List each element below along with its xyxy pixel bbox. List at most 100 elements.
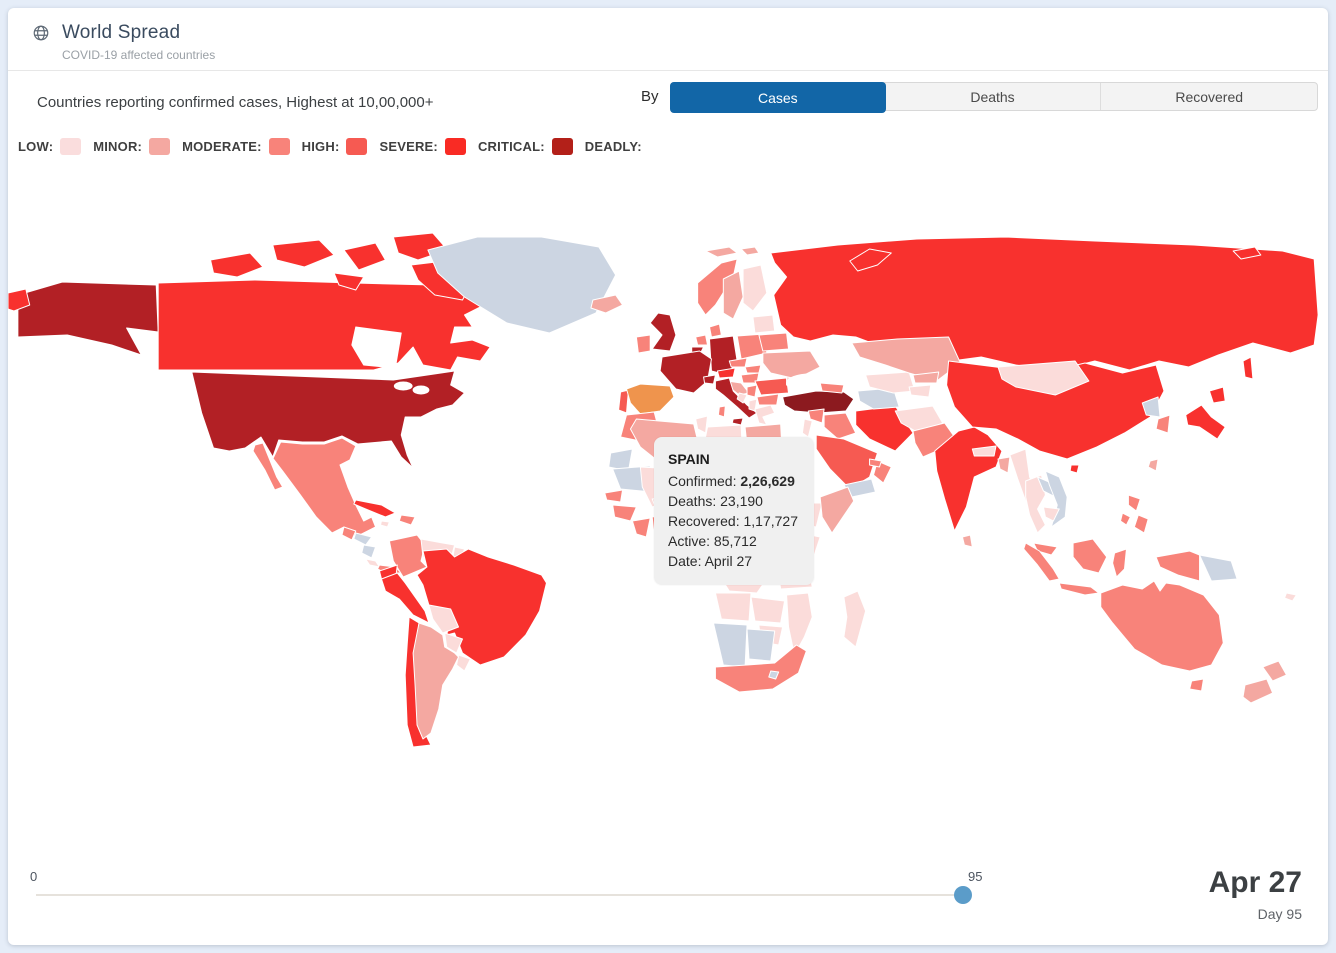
country-guinea[interactable] xyxy=(613,505,637,521)
tab-deaths[interactable]: Deaths xyxy=(885,83,1102,110)
country-sweden[interactable] xyxy=(723,271,743,319)
legend-label-deadly: DEADLY: xyxy=(585,139,642,154)
country-uae[interactable] xyxy=(870,459,882,467)
russia-sakhalin[interactable] xyxy=(1243,357,1253,379)
country-alaska-us[interactable] xyxy=(18,282,158,355)
country-namibia[interactable] xyxy=(713,623,747,667)
japan-hokkaido[interactable] xyxy=(1209,387,1225,403)
country-iraq[interactable] xyxy=(824,413,856,439)
legend-swatch-critical xyxy=(552,138,573,155)
svalbard-islands[interactable] xyxy=(741,247,759,255)
country-south-korea[interactable] xyxy=(1156,415,1170,433)
country-japan[interactable] xyxy=(1186,405,1226,439)
country-finland[interactable] xyxy=(743,265,767,311)
tooltip-date-value: April 27 xyxy=(705,553,752,569)
tooltip-country-name: SPAIN xyxy=(668,449,798,469)
slider-value-label: 95 xyxy=(968,869,982,884)
by-label: By xyxy=(641,88,659,105)
legend-swatch-low xyxy=(60,138,81,155)
country-tajikistan[interactable] xyxy=(909,385,931,397)
timeline-slider-track[interactable] xyxy=(36,894,963,896)
tooltip-recovered-row: Recovered: 1,17,727 xyxy=(668,511,798,531)
indonesia-west-papua[interactable] xyxy=(1156,551,1199,581)
legend-swatch-moderate xyxy=(269,138,290,155)
country-ireland[interactable] xyxy=(636,335,650,353)
indonesia-java[interactable] xyxy=(1059,583,1099,595)
country-taiwan[interactable] xyxy=(1148,459,1158,471)
indonesia-borneo[interactable] xyxy=(1073,539,1107,573)
country-caucasus[interactable] xyxy=(820,383,844,393)
country-philippines[interactable] xyxy=(1128,495,1140,511)
current-day: Day 95 xyxy=(1258,906,1302,922)
country-botswana[interactable] xyxy=(747,629,775,661)
severity-legend: LOW: MINOR: MODERATE: HIGH: SEVERE: CRIT… xyxy=(18,138,642,155)
globe-icon xyxy=(32,24,50,42)
country-spain-hovered[interactable] xyxy=(627,384,674,414)
canada-arctic-island[interactable] xyxy=(344,243,385,270)
card-header: World Spread COVID-19 affected countries xyxy=(8,8,1328,71)
country-jamaica[interactable] xyxy=(380,521,389,527)
country-australia[interactable] xyxy=(1101,581,1224,671)
country-romania[interactable] xyxy=(755,378,789,395)
country-uk[interactable] xyxy=(650,313,676,351)
baltic-states[interactable] xyxy=(753,315,775,333)
country-denmark[interactable] xyxy=(709,324,721,337)
canada-arctic-island[interactable] xyxy=(273,240,334,267)
country-israel-jordan[interactable] xyxy=(802,419,812,437)
new-zealand-south[interactable] xyxy=(1243,679,1273,703)
china-hainan[interactable] xyxy=(1070,465,1079,473)
tab-recovered[interactable]: Recovered xyxy=(1101,83,1317,110)
country-mozambique[interactable] xyxy=(787,593,813,655)
country-senegal[interactable] xyxy=(605,490,623,502)
country-bangladesh[interactable] xyxy=(998,457,1010,473)
map-caption: Countries reporting confirmed cases, Hig… xyxy=(37,94,433,111)
country-greece[interactable] xyxy=(755,405,775,425)
country-costa-rica[interactable] xyxy=(366,559,380,567)
country-india[interactable] xyxy=(935,427,1002,531)
country-portugal[interactable] xyxy=(619,390,629,413)
country-somalia[interactable] xyxy=(820,487,854,533)
country-hispaniola[interactable] xyxy=(399,515,415,525)
legend-label-critical: CRITICAL: xyxy=(478,139,545,154)
country-tunisia[interactable] xyxy=(696,416,708,433)
new-zealand-north[interactable] xyxy=(1263,661,1287,681)
country-netherlands[interactable] xyxy=(696,335,708,345)
slider-min-label: 0 xyxy=(30,869,37,884)
legend-label-high: HIGH: xyxy=(302,139,340,154)
country-sri-lanka[interactable] xyxy=(962,535,972,547)
italy-sardinia[interactable] xyxy=(718,406,725,417)
country-papua-new-guinea[interactable] xyxy=(1200,555,1238,581)
country-philippines[interactable] xyxy=(1121,513,1131,525)
legend-swatch-high xyxy=(346,138,367,155)
country-madagascar[interactable] xyxy=(844,591,866,647)
legend-label-moderate: MODERATE: xyxy=(182,139,262,154)
country-new-caledonia[interactable] xyxy=(1285,593,1297,601)
page-title: World Spread xyxy=(62,22,180,44)
australia-tasmania[interactable] xyxy=(1190,679,1204,691)
country-ivory-coast[interactable] xyxy=(632,518,650,537)
great-lakes xyxy=(413,386,429,394)
svalbard-islands[interactable] xyxy=(706,247,738,257)
country-serbia[interactable] xyxy=(747,385,757,397)
country-bulgaria[interactable] xyxy=(757,394,779,405)
italy-sicily[interactable] xyxy=(732,418,743,425)
country-zambia[interactable] xyxy=(751,597,785,623)
metric-tab-group: Cases Deaths Recovered xyxy=(670,82,1318,111)
canada-arctic-island[interactable] xyxy=(211,253,263,277)
legend-swatch-severe xyxy=(445,138,466,155)
timeline-slider-handle[interactable] xyxy=(954,886,972,904)
tooltip-deaths-row: Deaths: 23,190 xyxy=(668,491,798,511)
legend-swatch-minor xyxy=(149,138,170,155)
tab-cases[interactable]: Cases xyxy=(670,82,886,113)
country-philippines[interactable] xyxy=(1134,515,1148,533)
legend-label-severe: SEVERE: xyxy=(379,139,437,154)
country-honduras[interactable] xyxy=(354,533,372,545)
country-nicaragua[interactable] xyxy=(362,545,376,558)
page-subtitle: COVID-19 affected countries xyxy=(62,48,1328,62)
indonesia-sulawesi[interactable] xyxy=(1113,549,1127,577)
country-switzerland[interactable] xyxy=(704,375,716,384)
country-russia[interactable] xyxy=(771,237,1318,371)
country-belarus[interactable] xyxy=(759,333,789,351)
country-angola[interactable] xyxy=(715,593,751,621)
country-slovakia[interactable] xyxy=(745,365,761,373)
